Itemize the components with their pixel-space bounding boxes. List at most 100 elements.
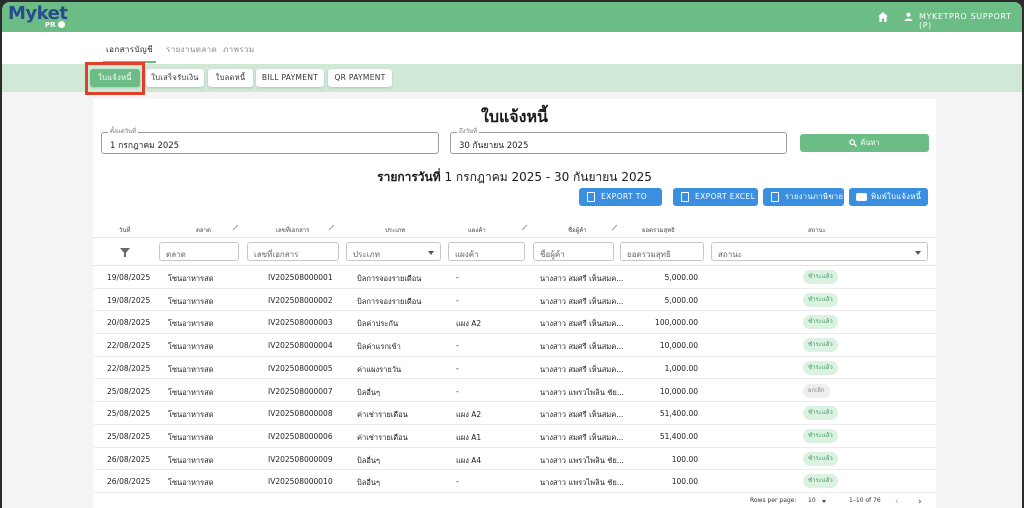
resize-handle-icon[interactable] — [232, 224, 239, 231]
status-badge: ชำระแล้ว — [803, 474, 838, 489]
table-row[interactable]: 26/08/2025 โซนอาหารสด IV202508000009 บิลอื่… — [93, 448, 936, 471]
vendor-filter-input[interactable]: ชื่อผู้ค้า — [533, 242, 614, 261]
col-doc-no[interactable]: เลขที่เอกสาร — [276, 225, 309, 235]
cell-date: 26/08/2025 — [107, 454, 151, 464]
date-from-field[interactable]: ตั้งแต่วันที่ 1 กรกฎาคม 2025 — [101, 128, 439, 154]
col-status[interactable]: สถานะ — [808, 225, 826, 235]
cell-date: 25/08/2025 — [107, 431, 151, 441]
cell-stall: - — [456, 477, 459, 487]
cell-doc-no: IV202508000004 — [268, 341, 333, 351]
cell-stall: แผง A1 — [456, 432, 482, 442]
user-icon[interactable] — [904, 12, 913, 21]
date-range-heading: รายการวันที่ 1 กรกฎาคม 2025 - 30 กันยายน… — [93, 168, 936, 187]
table-row[interactable]: 22/08/2025 โซนอาหารสด IV202508000005 ค่าแผง… — [93, 357, 936, 380]
table-row[interactable]: 20/08/2025 โซนอาหารสด IV202508000003 บิลค่า… — [93, 311, 936, 335]
rows-per-page-select[interactable]: 10 — [808, 497, 816, 504]
cell-date: 25/08/2025 — [107, 409, 151, 419]
table-row[interactable]: 25/08/2025 โซนอาหารสด IV202508000007 บิลอื่… — [93, 380, 936, 403]
doc-no-filter-input[interactable]: เลขที่เอกสาร — [247, 242, 339, 261]
table-row[interactable]: 19/08/2025 โซนอาหารสด IV202508000002 บิลการ… — [93, 289, 936, 312]
table-header: วันที่ ตลาด เลขที่เอกสาร ประเภท แผงค้า ช… — [93, 218, 936, 238]
cell-stall: - — [456, 363, 459, 373]
cell-total: 10,000.00 — [659, 386, 698, 396]
resize-handle-icon[interactable] — [521, 224, 528, 231]
doc-type-qr-payment-button[interactable]: QR PAYMENT — [328, 69, 392, 87]
cell-total: 100.00 — [671, 477, 698, 487]
search-button[interactable]: ค้นหา — [800, 134, 929, 152]
status-filter-select[interactable]: สถานะ — [711, 242, 928, 261]
doc-type-receipt-button[interactable]: ใบเสร็จรับเงิน — [146, 69, 204, 87]
cell-market: โซนอาหารสด — [168, 455, 214, 465]
export-excel-button[interactable]: EXPORT EXCEL — [673, 188, 758, 206]
table-row[interactable]: 19/08/2025 โซนอาหารสด IV202508000001 บิลการ… — [93, 266, 936, 289]
cell-market: โซนอาหารสด — [168, 478, 214, 488]
cell-stall: - — [456, 295, 459, 305]
print-icon — [856, 193, 867, 201]
cell-type: บิลค่าแรกเข้า — [357, 342, 401, 352]
user-menu[interactable]: MYKETPRO SUPPORT (P) — [919, 12, 1022, 30]
col-total[interactable]: ยอดรวมสุทธิ — [642, 225, 675, 235]
status-badge: ชำระแล้ว — [803, 428, 838, 443]
resize-handle-icon[interactable] — [611, 224, 618, 231]
type-filter-select[interactable]: ประเภท — [346, 242, 441, 261]
print-invoice-label: พิมพ์ใบแจ้งหนี้ — [871, 192, 922, 201]
resize-handle-icon[interactable] — [328, 224, 335, 231]
total-filter-input[interactable]: ยอดรวมสุทธิ — [620, 242, 704, 261]
cell-total: 100.00 — [671, 454, 698, 464]
cell-type: บิลการจองรายเดือน — [357, 274, 422, 283]
vendor-filter-placeholder: ชื่อผู้ค้า — [540, 250, 565, 259]
cell-doc-no: IV202508000003 — [268, 318, 333, 328]
tab-overview[interactable]: ภาพรวม — [223, 43, 255, 56]
cell-date: 19/08/2025 — [107, 273, 151, 282]
cell-market: โซนอาหารสด — [168, 274, 214, 283]
total-filter-placeholder: ยอดรวมสุทธิ — [627, 250, 671, 259]
col-date[interactable]: วันที่ — [119, 225, 130, 235]
tab-accounting-docs[interactable]: เอกสารบัญชี — [106, 43, 153, 56]
cell-total: 100,000.00 — [655, 318, 698, 328]
next-page-icon[interactable]: › — [918, 497, 922, 507]
stall-filter-placeholder: แผงค้า — [455, 250, 479, 259]
cell-doc-no: IV202508000005 — [268, 363, 333, 373]
table-row[interactable]: 22/08/2025 โซนอาหารสด IV202508000004 บิลค่า… — [93, 334, 936, 357]
sales-tax-report-button[interactable]: รายงานภาษีขาย — [763, 188, 844, 206]
prev-page-icon[interactable]: ‹ — [895, 497, 899, 507]
invoice-panel: ใบแจ้งหนี้ ตั้งแต่วันที่ 1 กรกฎาคม 2025 … — [93, 99, 936, 508]
cell-date: 25/08/2025 — [107, 386, 151, 396]
chevron-down-icon[interactable] — [822, 500, 826, 503]
table-row[interactable]: 26/08/2025 โซนอาหารสด IV202508000010 บิลอื่… — [93, 470, 936, 493]
cell-market: โซนอาหารสด — [168, 364, 214, 374]
status-badge: ชำระแล้ว — [803, 292, 838, 307]
document-icon — [771, 192, 779, 202]
date-to-field[interactable]: ถึงวันที่ 30 กันยายน 2025 — [450, 128, 787, 154]
rows-per-page-label: Rows per page: — [750, 497, 797, 504]
cell-type: ค่าเช่ารายเดือน — [357, 432, 408, 442]
doc-type-credit-note-button[interactable]: ใบลดหนี้ — [208, 69, 253, 87]
col-vendor[interactable]: ชื่อผู้ค้า — [568, 225, 587, 235]
cell-stall: - — [456, 273, 459, 282]
col-type[interactable]: ประเภท — [385, 225, 405, 235]
cell-type: บิลอื่นๆ — [357, 455, 381, 465]
stall-filter-input[interactable]: แผงค้า — [448, 242, 525, 261]
cell-stall: - — [456, 341, 459, 351]
doc-type-bill-payment-button[interactable]: BILL PAYMENT — [256, 69, 324, 87]
chevron-down-icon — [915, 251, 921, 255]
cell-stall: แผง A2 — [456, 319, 482, 329]
cell-total: 5,000.00 — [664, 273, 698, 282]
table-row[interactable]: 25/08/2025 โซนอาหารสด IV202508000008 ค่าเช่… — [93, 402, 936, 425]
cell-date: 22/08/2025 — [107, 341, 151, 351]
filter-icon[interactable] — [120, 248, 130, 257]
print-invoice-button[interactable]: พิมพ์ใบแจ้งหนี้ — [849, 188, 928, 206]
table-row[interactable]: 25/08/2025 โซนอาหารสด IV202508000006 ค่าเช่… — [93, 425, 936, 448]
cell-type: บิลอื่นๆ — [357, 478, 381, 488]
export-erp-label: EXPORT TO ERP — [601, 192, 648, 219]
export-erp-button[interactable]: EXPORT TO ERP — [579, 188, 662, 219]
home-icon[interactable] — [877, 11, 889, 23]
status-badge: ชำระแล้ว — [803, 406, 838, 421]
cell-doc-no: IV202508000006 — [268, 431, 333, 441]
page-range: 1–10 of 76 — [849, 497, 881, 504]
col-market[interactable]: ตลาด — [196, 225, 211, 235]
cell-market: โซนอาหารสด — [168, 387, 214, 397]
tab-market-report[interactable]: รายงานตลาด — [166, 43, 217, 56]
market-filter-input[interactable]: ตลาด — [159, 242, 239, 261]
col-stall[interactable]: แผงค้า — [468, 225, 486, 235]
